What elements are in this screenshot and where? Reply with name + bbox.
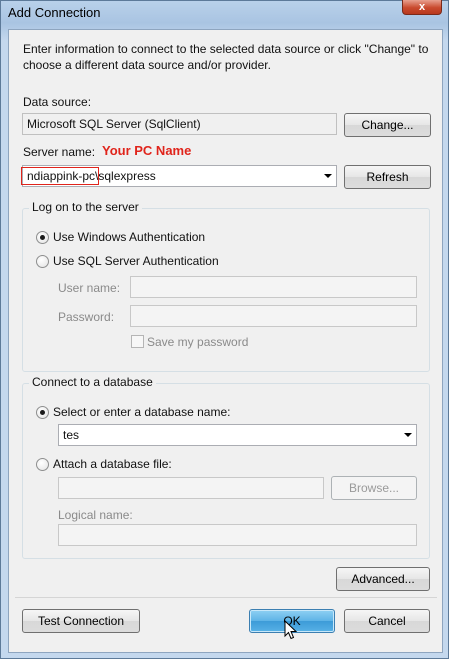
chevron-down-icon[interactable] bbox=[404, 433, 412, 437]
data-source-label: Data source: bbox=[23, 95, 92, 109]
refresh-button[interactable]: Refresh bbox=[344, 165, 431, 189]
save-password-checkbox[interactable] bbox=[131, 335, 144, 348]
advanced-button[interactable]: Advanced... bbox=[336, 567, 430, 591]
save-password-label[interactable]: Save my password bbox=[147, 335, 248, 349]
window-title: Add Connection bbox=[8, 5, 101, 20]
data-source-field: Microsoft SQL Server (SqlClient) bbox=[22, 113, 337, 135]
password-input[interactable] bbox=[130, 305, 417, 327]
database-group-title: Connect to a database bbox=[29, 375, 156, 389]
separator-line bbox=[15, 597, 437, 598]
select-db-radio[interactable] bbox=[36, 406, 49, 419]
attach-file-input[interactable] bbox=[58, 477, 324, 499]
windows-auth-radio[interactable] bbox=[36, 231, 49, 244]
server-name-label: Server name: bbox=[23, 145, 96, 159]
windows-auth-label[interactable]: Use Windows Authentication bbox=[53, 230, 205, 244]
dialog-client-area: Enter information to connect to the sele… bbox=[8, 29, 443, 653]
chevron-down-icon[interactable] bbox=[324, 174, 332, 178]
select-db-label[interactable]: Select or enter a database name: bbox=[53, 405, 230, 419]
attach-db-label[interactable]: Attach a database file: bbox=[53, 457, 172, 471]
intro-text: Enter information to connect to the sele… bbox=[23, 42, 429, 72]
username-label: User name: bbox=[58, 281, 121, 295]
pc-name-highlight-box bbox=[21, 167, 99, 185]
change-button[interactable]: Change... bbox=[344, 113, 431, 137]
close-button[interactable]: x bbox=[402, 0, 442, 15]
add-connection-dialog: Add Connection x Enter information to co… bbox=[0, 0, 449, 659]
pc-name-annotation: Your PC Name bbox=[102, 143, 192, 158]
mouse-pointer-icon bbox=[284, 620, 298, 640]
database-name-value: tes bbox=[63, 428, 80, 442]
database-name-combobox[interactable]: tes bbox=[58, 424, 417, 446]
username-input[interactable] bbox=[130, 276, 417, 298]
logical-name-label: Logical name: bbox=[58, 508, 133, 522]
sql-auth-label[interactable]: Use SQL Server Authentication bbox=[53, 254, 219, 268]
logical-name-input[interactable] bbox=[58, 524, 417, 546]
password-label: Password: bbox=[58, 310, 115, 324]
logon-group-title: Log on to the server bbox=[29, 200, 142, 214]
sql-auth-radio[interactable] bbox=[36, 255, 49, 268]
attach-db-radio[interactable] bbox=[36, 458, 49, 471]
browse-button[interactable]: Browse... bbox=[331, 476, 417, 500]
cancel-button[interactable]: Cancel bbox=[344, 609, 430, 633]
test-connection-button[interactable]: Test Connection bbox=[22, 609, 140, 633]
